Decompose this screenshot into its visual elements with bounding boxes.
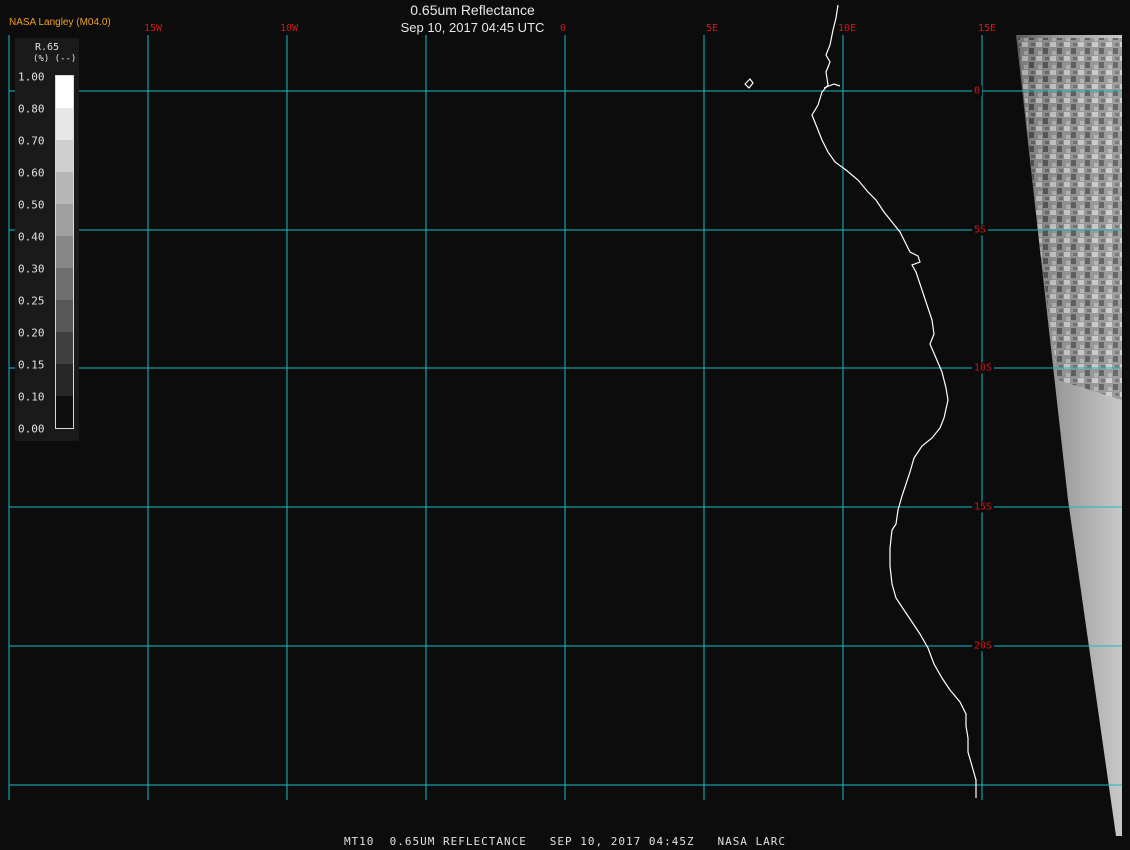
satellite-map bbox=[8, 4, 1122, 836]
legend-tick: 0.80 bbox=[18, 102, 45, 116]
legend-tick: 0.10 bbox=[18, 390, 45, 404]
legend-tick: 0.25 bbox=[18, 294, 45, 308]
latitude-label: 5S bbox=[972, 224, 989, 236]
legend-band bbox=[56, 140, 73, 172]
legend-tick: 0.40 bbox=[18, 230, 45, 244]
legend-tick: 0.70 bbox=[18, 134, 45, 148]
lat-lon-grid bbox=[8, 35, 1122, 800]
legend-band bbox=[56, 364, 73, 396]
legend-tick: 0.60 bbox=[18, 166, 45, 180]
cloud-texture bbox=[1018, 38, 1122, 400]
legend-band bbox=[56, 268, 73, 300]
legend-tick: 0.20 bbox=[18, 326, 45, 340]
island-bioko bbox=[744, 78, 754, 89]
longitude-label: 0 bbox=[559, 23, 567, 34]
legend-tick: 0.15 bbox=[18, 358, 45, 372]
longitude-label: 10W bbox=[279, 23, 299, 34]
latitude-label: 0 bbox=[972, 85, 983, 97]
longitude-label: 10E bbox=[837, 23, 857, 34]
legend-unit: (%) (--) bbox=[33, 54, 77, 64]
legend-band bbox=[56, 172, 73, 204]
legend-tick: 0.00 bbox=[18, 422, 45, 436]
latitude-label: 10S bbox=[972, 362, 995, 374]
legend-band bbox=[56, 76, 73, 108]
legend-tick: 0.30 bbox=[18, 262, 45, 276]
longitude-label: 5E bbox=[705, 23, 719, 34]
legend-band bbox=[56, 332, 73, 364]
legend-tick: 0.50 bbox=[18, 198, 45, 212]
legend-band bbox=[56, 236, 73, 268]
page-title: 0.65um Reflectance bbox=[410, 2, 535, 18]
legend-band bbox=[56, 300, 73, 332]
african-coastline bbox=[811, 4, 977, 798]
legend-tick: 1.00 bbox=[18, 70, 45, 84]
legend-band bbox=[56, 108, 73, 140]
footer-caption: MT10 0.65UM REFLECTANCE SEP 10, 2017 04:… bbox=[343, 835, 787, 848]
longitude-label: 15E bbox=[977, 23, 997, 34]
legend-band bbox=[56, 396, 73, 428]
map-canvas: NASA Langley (M04.0) 0.65um Reflectance … bbox=[0, 0, 1130, 850]
legend-colorbar bbox=[55, 75, 74, 429]
color-legend: R.65 (%) (--) 1.00 0.80 0.70 0.60 0.50 0.40 0.… bbox=[15, 38, 79, 441]
longitude-label: 15W bbox=[143, 23, 163, 34]
legend-band bbox=[56, 204, 73, 236]
legend-variable: R.65 bbox=[35, 42, 60, 53]
latitude-label: 20S bbox=[972, 640, 995, 652]
latitude-label: 15S bbox=[972, 501, 995, 513]
datetime-label: Sep 10, 2017 04:45 UTC bbox=[400, 20, 545, 35]
